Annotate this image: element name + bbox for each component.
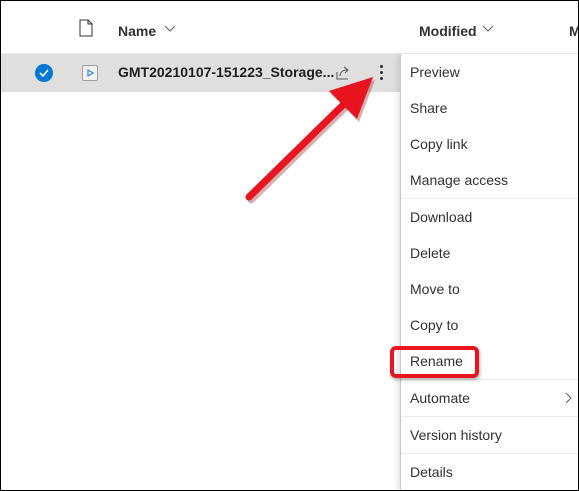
menu-item-preview[interactable]: Preview — [401, 54, 578, 90]
menu-item-download[interactable]: Download — [401, 199, 578, 235]
file-list-view: Name Modified M GMT20210107-151223_Stora… — [0, 0, 579, 491]
file-type-column-icon[interactable] — [78, 19, 94, 37]
menu-item-manage-access[interactable]: Manage access — [401, 162, 578, 198]
menu-item-details[interactable]: Details — [401, 454, 578, 490]
menu-item-label: Manage access — [410, 172, 509, 188]
rename-highlight-box — [390, 346, 479, 378]
menu-item-label: Share — [410, 100, 448, 116]
menu-item-move-to[interactable]: Move to — [401, 271, 578, 307]
column-header-row: Name Modified M — [1, 1, 578, 54]
menu-item-automate[interactable]: Automate — [401, 380, 578, 416]
menu-item-label: Copy link — [410, 136, 468, 152]
next-column-header[interactable]: M — [569, 23, 578, 39]
menu-item-label: Delete — [410, 245, 451, 261]
menu-item-copy-link[interactable]: Copy link — [401, 126, 578, 162]
menu-item-share[interactable]: Share — [401, 90, 578, 126]
name-column-header[interactable]: Name — [118, 23, 156, 39]
checkmark-icon — [39, 69, 49, 78]
chevron-right-icon — [565, 392, 572, 404]
menu-item-label: Automate — [410, 390, 470, 406]
chevron-down-icon[interactable] — [164, 22, 176, 34]
context-menu: Preview Share Copy link Manage access Do… — [400, 54, 578, 490]
chevron-down-icon[interactable] — [482, 22, 494, 34]
menu-item-label: Details — [410, 464, 453, 480]
modified-column-header[interactable]: Modified — [419, 23, 477, 39]
menu-item-label: Copy to — [410, 317, 459, 333]
menu-item-copy-to[interactable]: Copy to — [401, 307, 578, 343]
menu-item-version-history[interactable]: Version history — [401, 417, 578, 453]
video-file-icon — [82, 65, 98, 81]
menu-item-label: Download — [410, 209, 473, 225]
menu-item-label: Move to — [410, 281, 460, 297]
annotation-arrow-icon — [245, 77, 375, 204]
row-select-checkbox[interactable] — [35, 64, 53, 82]
menu-item-label: Preview — [410, 64, 460, 80]
menu-item-delete[interactable]: Delete — [401, 235, 578, 271]
more-dot — [380, 65, 383, 68]
menu-item-label: Version history — [410, 427, 502, 443]
